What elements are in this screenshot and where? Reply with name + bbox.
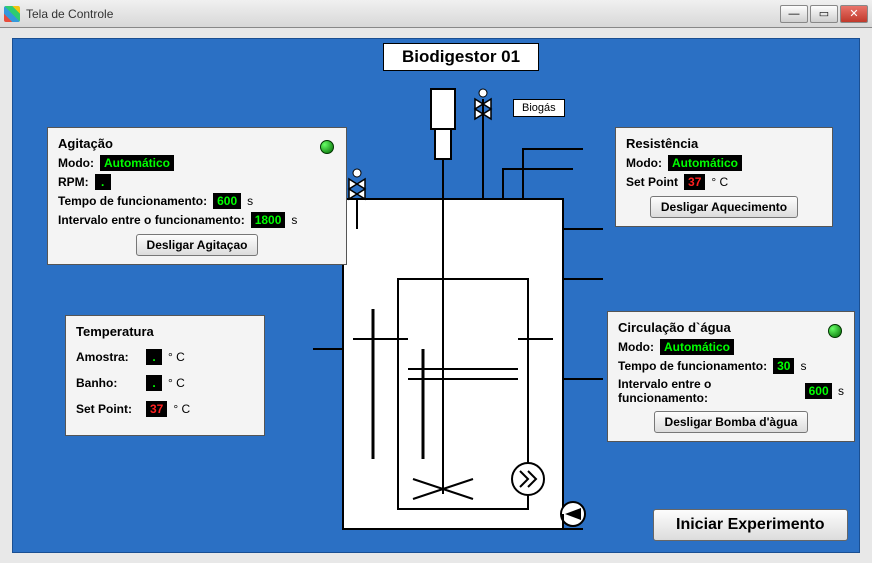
circulacao-status-led (828, 324, 842, 338)
temp-banho-unit: ° C (168, 376, 185, 390)
close-button[interactable]: ✕ (840, 5, 868, 23)
agitacao-intervalo-label: Intervalo entre o funcionamento: (58, 213, 245, 227)
agitacao-modo-label: Modo: (58, 156, 94, 170)
circulacao-modo-label: Modo: (618, 340, 654, 354)
temp-banho-label: Banho: (76, 376, 140, 390)
maximize-button[interactable]: ▭ (810, 5, 838, 23)
resistencia-heading: Resistência (626, 136, 822, 151)
minimize-button[interactable]: — (780, 5, 808, 23)
biodigestor-diagram (313, 79, 613, 549)
temp-banho-value: . (146, 375, 162, 391)
agitacao-modo-value: Automático (100, 155, 174, 171)
circulacao-intervalo-value: 600 (805, 383, 832, 399)
temperatura-heading: Temperatura (76, 324, 254, 339)
agitacao-intervalo-value: 1800 (251, 212, 286, 228)
resistencia-modo-label: Modo: (626, 156, 662, 170)
agitacao-tempo-value: 600 (213, 193, 241, 209)
desligar-agitacao-button[interactable]: Desligar Agitaçao (136, 234, 259, 256)
circulacao-tempo-value: 30 (773, 358, 794, 374)
resistencia-modo-value: Automático (668, 155, 742, 171)
agitacao-status-led (320, 140, 334, 154)
titlebar: Tela de Controle — ▭ ✕ (0, 0, 872, 28)
resistencia-setpoint-unit: ° C (711, 175, 728, 189)
temp-setpoint-unit: ° C (173, 402, 190, 416)
circulacao-tempo-unit: s (800, 359, 806, 373)
temp-setpoint-label: Set Point: (76, 402, 140, 416)
agitacao-tempo-label: Tempo de funcionamento: (58, 194, 207, 208)
temp-amostra-label: Amostra: (76, 350, 140, 364)
circulacao-tempo-label: Tempo de funcionamento: (618, 359, 767, 373)
circulacao-intervalo-unit: s (838, 384, 844, 398)
app-icon (4, 6, 20, 22)
resistencia-setpoint-value: 37 (684, 174, 705, 190)
temperatura-panel: Temperatura Amostra: . ° C Banho: . ° C … (65, 315, 265, 436)
circulacao-heading: Circulação d`água (618, 320, 844, 335)
temp-amostra-unit: ° C (168, 350, 185, 364)
agitacao-rpm-label: RPM: (58, 175, 89, 189)
circulacao-panel: Circulação d`água Modo: Automático Tempo… (607, 311, 855, 442)
page-title: Biodigestor 01 (383, 43, 539, 71)
iniciar-experimento-button[interactable]: Iniciar Experimento (653, 509, 848, 541)
desligar-aquecimento-button[interactable]: Desligar Aquecimento (650, 196, 798, 218)
main-canvas: Biodigestor 01 (12, 38, 860, 553)
agitacao-panel: Agitação Modo: Automático RPM: . Tempo d… (47, 127, 347, 265)
circulacao-modo-value: Automático (660, 339, 734, 355)
agitacao-intervalo-unit: s (291, 213, 297, 227)
temp-setpoint-value: 37 (146, 401, 167, 417)
agitacao-rpm-value: . (95, 174, 111, 190)
temp-amostra-value: . (146, 349, 162, 365)
agitacao-heading: Agitação (58, 136, 336, 151)
biogas-label: Biogás (513, 99, 565, 117)
resistencia-setpoint-label: Set Point (626, 175, 678, 189)
agitacao-tempo-unit: s (247, 194, 253, 208)
window-title: Tela de Controle (26, 7, 780, 21)
resistencia-panel: Resistência Modo: Automático Set Point 3… (615, 127, 833, 227)
circulacao-intervalo-label: Intervalo entre o funcionamento: (618, 377, 799, 405)
desligar-bomba-button[interactable]: Desligar Bomba d'àgua (654, 411, 809, 433)
